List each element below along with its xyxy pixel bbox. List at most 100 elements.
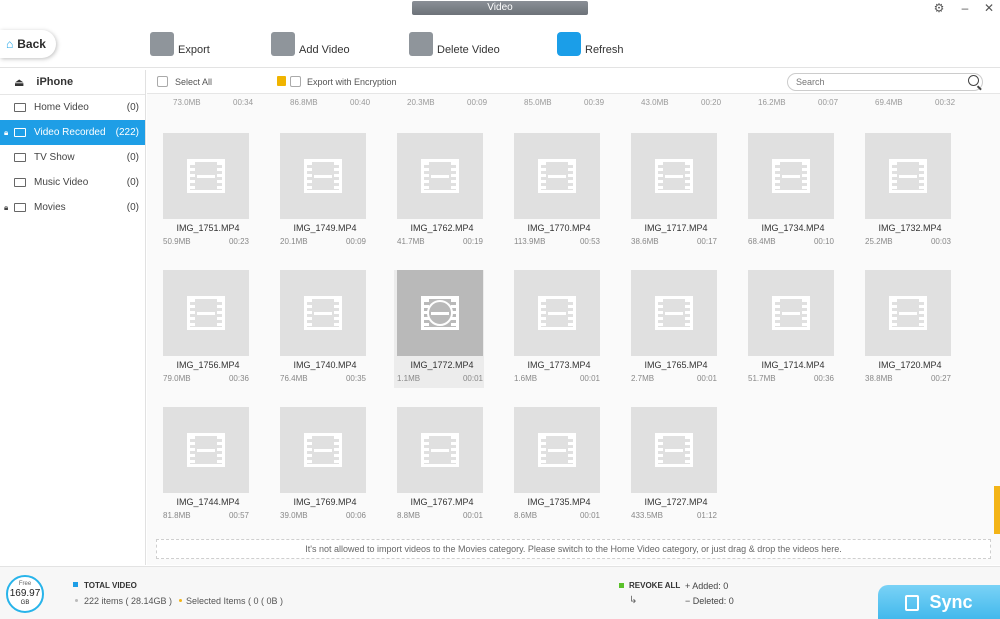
sync-icon (905, 594, 920, 611)
video-tile[interactable]: IMG_1734.MP4 68.4MB 00:10 (745, 133, 835, 251)
items-dot (75, 599, 78, 602)
video-thumbnail[interactable] (280, 407, 366, 493)
file-size: 38.8MB (865, 374, 893, 383)
search-input[interactable]: Search (787, 73, 983, 91)
free-unit: GB (20, 600, 30, 606)
video-thumbnail[interactable] (748, 270, 834, 356)
sidebar-item-tv-show[interactable]: TV Show (0) (0, 145, 145, 170)
add-video-icon (271, 32, 295, 56)
export-button[interactable]: Export (150, 32, 210, 56)
file-duration: 00:19 (462, 237, 483, 246)
video-thumbnail[interactable] (163, 407, 249, 493)
video-tile[interactable]: IMG_1770.MP4 113.9MB 00:53 (511, 133, 601, 251)
video-thumbnail[interactable] (865, 270, 951, 356)
file-duration: 00:34 (233, 98, 254, 107)
video-thumbnail[interactable] (514, 407, 600, 493)
camera-icon (14, 128, 26, 137)
refresh-button[interactable]: Refresh (557, 32, 624, 56)
file-name: IMG_1714.MP4 (761, 360, 825, 370)
added-count: + Added: 0 (685, 581, 729, 591)
sidebar-item-music-video[interactable]: Music Video (0) (0, 170, 145, 195)
video-tile[interactable]: IMG_1773.MP4 1.6MB 00:01 (511, 270, 601, 388)
video-thumbnail[interactable] (163, 133, 249, 219)
select-circle-icon[interactable] (427, 300, 453, 326)
video-thumbnail[interactable] (631, 133, 717, 219)
video-tile[interactable]: IMG_1714.MP4 51.7MB 00:36 (745, 270, 835, 388)
minimize-button[interactable]: – (956, 1, 974, 15)
file-name: IMG_1762.MP4 (410, 223, 474, 233)
video-tile[interactable]: IMG_1769.MP4 39.0MB 00:06 (277, 407, 367, 525)
video-tile[interactable]: IMG_1749.MP4 20.1MB 00:09 (277, 133, 367, 251)
sidebar-item-count: (222) (115, 127, 139, 138)
file-duration: 00:07 (818, 98, 839, 107)
file-name: IMG_1756.MP4 (176, 360, 240, 370)
video-thumbnail[interactable] (163, 270, 249, 356)
export-icon (150, 32, 174, 56)
file-duration: 00:09 (467, 98, 488, 107)
file-size: 81.8MB (163, 511, 191, 520)
file-size: 1.1MB (397, 374, 421, 383)
delete-video-icon (409, 32, 433, 56)
sidebar-item-home-video[interactable]: Home Video (0) (0, 95, 145, 120)
file-duration: 00:57 (228, 511, 249, 520)
video-thumbnail[interactable] (748, 133, 834, 219)
film-icon (538, 159, 576, 193)
back-button[interactable]: ⌂ Back (0, 30, 56, 58)
film-icon (421, 433, 459, 467)
device-row[interactable]: ⏏ iPhone (0, 70, 145, 95)
revoke-marker (619, 583, 624, 588)
file-size: 8.6MB (514, 511, 538, 520)
selected-dot (179, 599, 182, 602)
close-button[interactable]: ✕ (980, 1, 998, 15)
file-name: IMG_1751.MP4 (176, 223, 240, 233)
sidebar-item-video-recorded[interactable]: 🔒︎ Video Recorded (222) (0, 120, 145, 145)
select-all-checkbox[interactable] (157, 76, 168, 87)
file-duration: 00:32 (935, 98, 956, 107)
file-name: IMG_1732.MP4 (878, 223, 942, 233)
sidebar-item-count: (0) (126, 202, 139, 213)
video-tile[interactable]: IMG_1762.MP4 41.7MB 00:19 (394, 133, 484, 251)
sidebar-item-movies[interactable]: 🔒︎ Movies (0) (0, 195, 145, 220)
lock-icon: 🔒︎ (4, 127, 9, 137)
video-thumbnail[interactable] (865, 133, 951, 219)
video-tile[interactable]: IMG_1744.MP4 81.8MB 00:57 (160, 407, 250, 525)
export-encryption-label: Export with Encryption (307, 77, 397, 87)
video-tile[interactable]: IMG_1767.MP4 8.8MB 00:01 (394, 407, 484, 525)
video-tile[interactable]: IMG_1717.MP4 38.6MB 00:17 (628, 133, 718, 251)
video-thumbnail[interactable] (514, 133, 600, 219)
video-thumbnail[interactable] (397, 407, 483, 493)
video-tile[interactable]: IMG_1751.MP4 50.9MB 00:23 (160, 133, 250, 251)
file-name: IMG_1727.MP4 (644, 497, 708, 507)
video-tile[interactable]: IMG_1735.MP4 8.6MB 00:01 (511, 407, 601, 525)
video-thumbnail[interactable] (280, 270, 366, 356)
video-tile[interactable]: IMG_1732.MP4 25.2MB 00:03 (862, 133, 952, 251)
export-encryption-checkbox[interactable] (290, 76, 301, 87)
video-tile[interactable]: IMG_1756.MP4 79.0MB 00:36 (160, 270, 250, 388)
add-video-button[interactable]: Add Video (271, 32, 350, 56)
video-tile[interactable]: IMG_1727.MP4 433.5MB 01:12 (628, 407, 718, 525)
device-name: iPhone (36, 76, 74, 88)
file-name: IMG_1765.MP4 (644, 360, 708, 370)
video-thumbnail[interactable] (631, 407, 717, 493)
video-thumbnail[interactable] (397, 133, 483, 219)
file-name: IMG_1720.MP4 (878, 360, 942, 370)
video-tile[interactable]: IMG_1740.MP4 76.4MB 00:35 (277, 270, 367, 388)
gear-icon[interactable]: ⚙ (930, 1, 948, 15)
video-thumbnail[interactable] (631, 270, 717, 356)
video-thumbnail[interactable] (514, 270, 600, 356)
scrollbar-thumb[interactable] (994, 486, 1000, 534)
file-duration: 00:01 (579, 511, 600, 520)
delete-video-button[interactable]: Delete Video (409, 32, 500, 56)
film-icon (187, 433, 225, 467)
video-thumbnail[interactable] (397, 270, 483, 356)
video-tile[interactable]: IMG_1772.MP4 1.1MB 00:01 (394, 270, 484, 388)
padlock-icon (277, 76, 286, 86)
search-icon[interactable] (967, 75, 981, 89)
file-size: 16.2MB (758, 98, 786, 107)
video-tile[interactable]: IMG_1765.MP4 2.7MB 00:01 (628, 270, 718, 388)
film-icon (772, 296, 810, 330)
revoke-all-button[interactable]: REVOKE ALL (629, 581, 680, 590)
sync-button[interactable]: Sync (878, 585, 1000, 619)
video-thumbnail[interactable] (280, 133, 366, 219)
video-tile[interactable]: IMG_1720.MP4 38.8MB 00:27 (862, 270, 952, 388)
